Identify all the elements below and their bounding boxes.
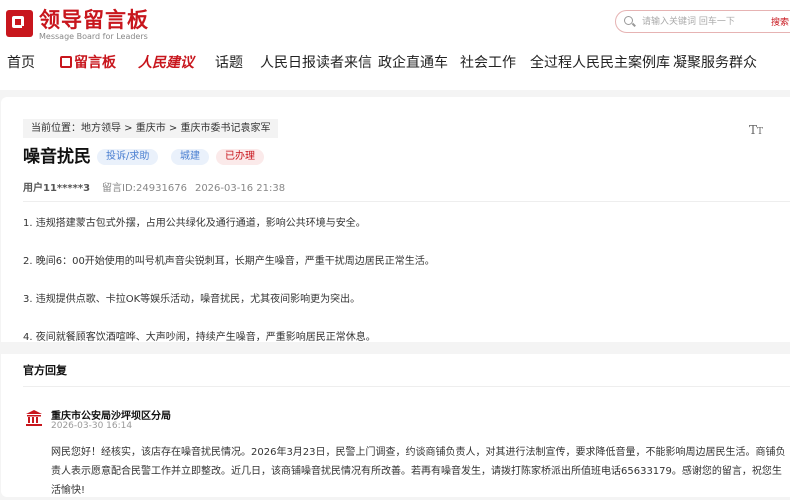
site-logo[interactable]: 领导留言板 Message Board for Leaders — [6, 8, 149, 42]
reply-date: 2026-03-30 16:14 — [51, 421, 133, 431]
reply-section-title: 官方回复 — [23, 364, 67, 377]
message-card: 当前位置：地方领导 > 重庆市 > 重庆市委书记袁家军 TT 噪音扰民 投诉/求… — [1, 97, 790, 497]
government-building-icon — [26, 410, 42, 426]
nav-item-message-board[interactable]: 留言板 — [60, 52, 116, 74]
divider — [23, 201, 790, 202]
breadcrumb-prefix: 当前位置： — [31, 123, 81, 134]
message-datetime: 2026-03-16 21:38 — [194, 183, 286, 194]
search-button[interactable]: 搜索 — [771, 15, 789, 28]
nav-item-serve-masses[interactable]: 凝聚服务群众 — [673, 52, 757, 74]
nav-item-democracy-cases[interactable]: 全过程人民民主案例库 — [530, 52, 670, 74]
message-content: 1. 违规搭建蒙古包式外摆，占用公共绿化及通行通道，影响公共环境与安全。 2. … — [23, 209, 783, 341]
section-separator — [1, 342, 790, 354]
nav-item-people-suggestion[interactable]: 人民建议 — [138, 52, 194, 74]
reply-organization: 重庆市公安局沙坪坝区分局 — [51, 411, 171, 422]
tag-category: 投诉/求助 — [97, 149, 159, 165]
breadcrumb-path[interactable]: 地方领导 > 重庆市 > 重庆市委书记袁家军 — [81, 123, 270, 134]
nav-item-topics[interactable]: 话题 — [215, 52, 243, 74]
message-paragraph: 3. 违规提供点歌、卡拉OK等娱乐活动，噪音扰民，尤其夜间影响更为突出。 — [23, 294, 361, 305]
message-paragraph: 2. 晚间6：00开始使用的叫号机声音尖锐刺耳，长期产生噪音，严重干扰周边居民正… — [23, 256, 435, 267]
message-title: 噪音扰民 — [23, 147, 91, 167]
message-paragraph: 4. 夜间就餐顾客饮酒喧哗、大声吵闹，持续产生噪音，严重影响居民正常休息。 — [23, 332, 376, 341]
message-meta: 用户11*****3 留言ID:24931676 2026-03-16 21:38 — [23, 179, 285, 194]
logo-title: 领导留言板 — [39, 8, 149, 32]
search-input[interactable] — [642, 14, 762, 29]
logo-subtitle: Message Board for Leaders — [39, 32, 148, 41]
nav-item-gov-enterprise[interactable]: 政企直通车 — [378, 52, 448, 74]
reply-text: 网民您好！经核实，该店存在噪音扰民情况。2026年3月23日，民警上门调查，约谈… — [51, 447, 786, 496]
status-badge: 已办理 — [216, 149, 264, 165]
tag-domain: 城建 — [171, 149, 209, 165]
nav-item-social-work[interactable]: 社会工作 — [460, 52, 516, 74]
nav-item-home[interactable]: 首页 — [7, 52, 35, 74]
logo-icon — [6, 10, 33, 37]
search-box: 搜索 — [615, 10, 790, 33]
font-size-icon[interactable]: TT — [749, 123, 763, 137]
edit-icon — [60, 56, 72, 68]
site-header: 领导留言板 Message Board for Leaders 搜索 首页 留言… — [0, 0, 790, 90]
nav-item-readers-letters[interactable]: 人民日报读者来信 — [260, 52, 372, 74]
divider — [23, 386, 790, 387]
message-user: 用户11*****3 — [23, 183, 91, 194]
breadcrumb: 当前位置：地方领导 > 重庆市 > 重庆市委书记袁家军 — [23, 119, 279, 138]
message-id: 留言ID:24931676 — [102, 183, 187, 194]
search-icon — [624, 16, 633, 25]
message-paragraph: 1. 违规搭建蒙古包式外摆，占用公共绿化及通行通道，影响公共环境与安全。 — [23, 218, 366, 229]
